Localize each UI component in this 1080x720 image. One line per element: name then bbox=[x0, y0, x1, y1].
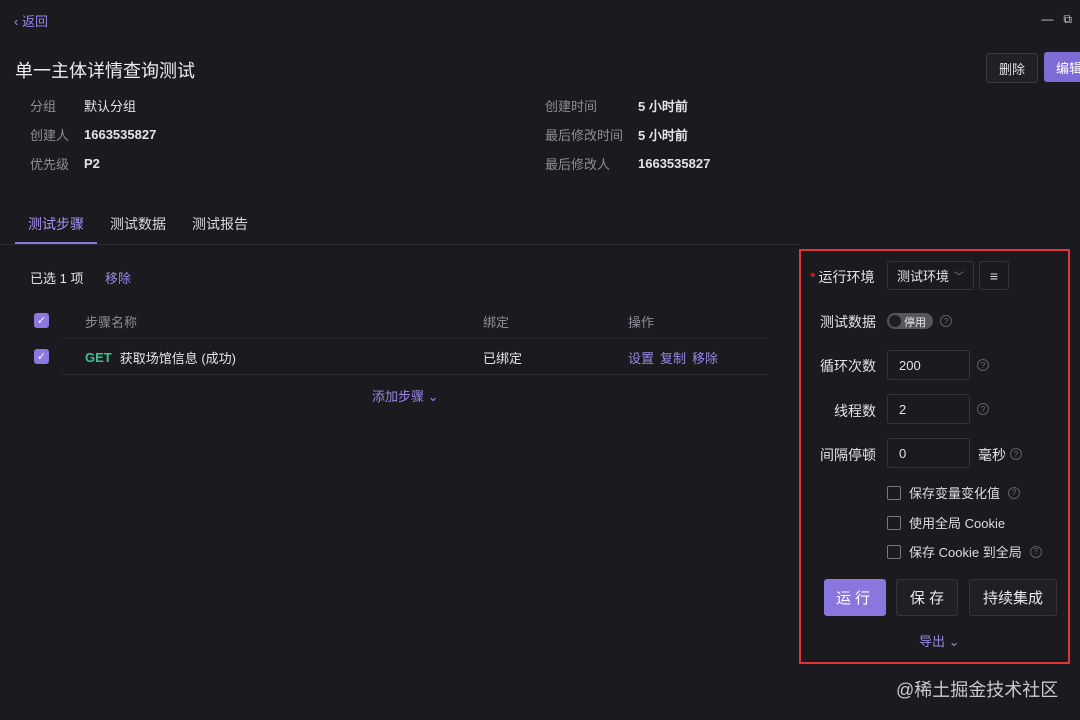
checkbox[interactable] bbox=[887, 544, 901, 559]
minimize-icon[interactable]: — bbox=[1041, 12, 1053, 27]
meta-value-modifier: 1663535827 bbox=[638, 155, 711, 171]
tab-test-steps[interactable]: 测试步骤 bbox=[15, 208, 97, 244]
help-icon[interactable]: ? bbox=[977, 359, 989, 371]
step-copy-link[interactable]: 复制 bbox=[660, 351, 686, 366]
env-label: * 运行环境 bbox=[810, 267, 874, 287]
option-label: 保存 Cookie 到全局 bbox=[909, 545, 1022, 560]
checkbox[interactable] bbox=[887, 485, 901, 500]
menu-icon: ≡ bbox=[989, 267, 999, 284]
tab-test-report[interactable]: 测试报告 bbox=[179, 208, 261, 244]
threads-label: 线程数 bbox=[834, 403, 876, 419]
test-data-label: 测试数据 bbox=[820, 314, 876, 330]
meta-label-modifier: 最后修改人 bbox=[545, 156, 611, 172]
save-button[interactable]: 保 存 bbox=[896, 579, 958, 616]
meta-value-creator: 1663535827 bbox=[84, 126, 157, 142]
option-label: 使用全局 Cookie bbox=[909, 516, 1006, 531]
row-actions: 设置 复制 移除 bbox=[628, 348, 724, 367]
meta-value-group: 默认分组 bbox=[84, 98, 137, 114]
meta-label-modified-time: 最后修改时间 bbox=[545, 127, 624, 143]
option-save-cookie-global[interactable]: 保存 Cookie 到全局 ? bbox=[887, 542, 1042, 561]
continuous-integration-button[interactable]: 持续集成 bbox=[969, 579, 1057, 616]
meta-value-created-time: 5 小时前 bbox=[638, 98, 688, 114]
page-title: 单一主体详情查询测试 bbox=[15, 61, 195, 81]
run-button[interactable]: 运行 bbox=[824, 579, 886, 616]
select-all-checkbox[interactable]: ✓ bbox=[34, 313, 49, 328]
help-icon[interactable]: ? bbox=[977, 403, 989, 415]
table-row-step[interactable]: GET 获取场馆信息 (成功) bbox=[85, 348, 236, 367]
check-icon: ✓ bbox=[36, 351, 47, 363]
env-manage-button[interactable]: ≡ bbox=[979, 261, 1009, 290]
tab-bar: 测试步骤 测试数据 测试报告 bbox=[15, 208, 261, 244]
option-save-variables[interactable]: 保存变量变化值 ? bbox=[887, 483, 1021, 502]
step-remove-link[interactable]: 移除 bbox=[692, 351, 718, 366]
threads-input[interactable]: 2 bbox=[887, 394, 970, 424]
required-mark: * bbox=[810, 269, 816, 285]
meta-value-modified-time: 5 小时前 bbox=[638, 127, 688, 143]
tabs-divider bbox=[0, 244, 800, 245]
env-label-text: 运行环境 bbox=[818, 269, 875, 285]
column-header-step-name: 步骤名称 bbox=[85, 315, 138, 330]
meta-value-priority: P2 bbox=[84, 155, 100, 171]
meta-label-created-time: 创建时间 bbox=[545, 98, 598, 114]
edit-button[interactable]: 编辑 bbox=[1044, 52, 1080, 82]
step-name: 获取场馆信息 (成功) bbox=[119, 351, 237, 366]
test-data-toggle[interactable]: 停用 bbox=[887, 313, 933, 329]
restore-icon[interactable]: ⧉ bbox=[1063, 12, 1072, 27]
column-header-binding: 绑定 bbox=[483, 315, 510, 330]
selection-count: 已选 1 项 bbox=[30, 271, 84, 286]
add-step-button[interactable]: 添加步骤 ⌄ bbox=[372, 386, 439, 405]
watermark: @稀土掘金技术社区 bbox=[896, 680, 1059, 700]
meta-label-group: 分组 bbox=[30, 98, 57, 114]
step-settings-link[interactable]: 设置 bbox=[628, 351, 654, 366]
loop-count-input[interactable]: 200 bbox=[887, 350, 970, 380]
checkbox[interactable] bbox=[887, 515, 901, 530]
interval-unit: 毫秒 bbox=[978, 447, 1006, 463]
back-link[interactable]: ‹ 返回 bbox=[14, 11, 48, 30]
meta-right: 创建时间 5 小时前 最后修改时间 5 小时前 最后修改人 1663535827 bbox=[545, 95, 710, 173]
window-controls: — ⧉ bbox=[1041, 12, 1072, 27]
help-icon[interactable]: ? bbox=[1010, 448, 1022, 460]
help-icon[interactable]: ? bbox=[1029, 545, 1042, 558]
remove-selected-link[interactable]: 移除 bbox=[105, 268, 131, 287]
meta-label-priority: 优先级 bbox=[30, 156, 70, 172]
row-divider bbox=[62, 374, 768, 375]
loop-count-label: 循环次数 bbox=[820, 358, 876, 374]
interval-input[interactable]: 0 bbox=[887, 438, 970, 468]
toggle-knob bbox=[889, 315, 901, 327]
help-icon[interactable]: ? bbox=[1008, 486, 1021, 499]
check-icon: ✓ bbox=[36, 315, 47, 327]
binding-status: 已绑定 bbox=[483, 351, 523, 366]
meta-left: 分组 默认分组 创建人 1663535827 优先级 P2 bbox=[30, 95, 156, 173]
table-header-divider bbox=[62, 338, 768, 339]
interval-label: 间隔停顿 bbox=[820, 447, 876, 463]
help-icon[interactable]: ? bbox=[940, 315, 952, 327]
toggle-state: 停用 bbox=[904, 317, 926, 329]
export-dropdown[interactable]: 导出 ⌄ bbox=[919, 631, 960, 650]
column-header-actions: 操作 bbox=[628, 315, 655, 330]
http-method-badge: GET bbox=[85, 350, 112, 365]
env-select[interactable]: 测试环境 ﹀ bbox=[887, 261, 974, 290]
meta-label-creator: 创建人 bbox=[30, 127, 70, 143]
delete-button[interactable]: 删除 bbox=[986, 53, 1038, 83]
option-label: 保存变量变化值 bbox=[909, 486, 1001, 501]
row-checkbox[interactable]: ✓ bbox=[34, 349, 49, 364]
chevron-down-icon: ﹀ bbox=[954, 272, 964, 283]
option-use-global-cookie[interactable]: 使用全局 Cookie bbox=[887, 513, 1005, 532]
tab-test-data[interactable]: 测试数据 bbox=[97, 208, 179, 244]
env-select-value: 测试环境 bbox=[897, 269, 950, 284]
